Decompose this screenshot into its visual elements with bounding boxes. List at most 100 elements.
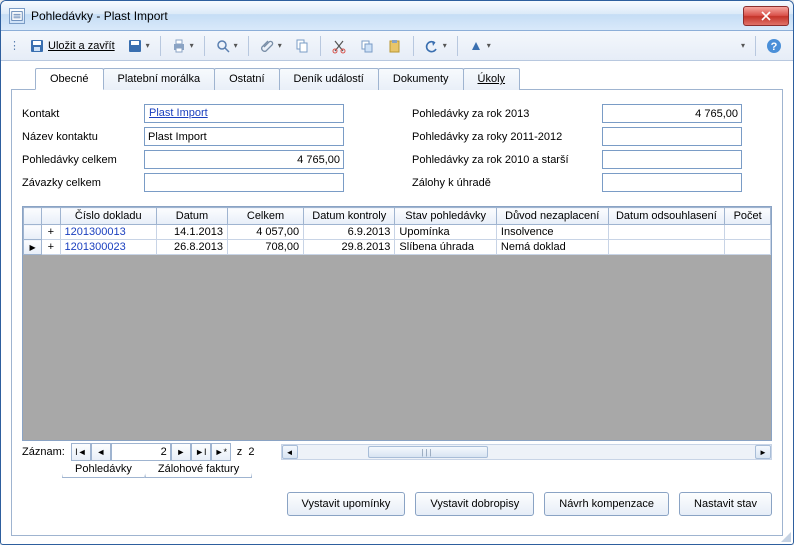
row-selector[interactable] [24, 225, 42, 240]
cell-pocet[interactable] [725, 225, 771, 240]
cell-cislo[interactable]: 1201300013 [60, 225, 156, 240]
cell-pocet[interactable] [725, 240, 771, 255]
tab-denik-udalosti[interactable]: Deník událostí [279, 68, 379, 90]
expand-icon[interactable]: + [42, 240, 60, 255]
record-navigator: Záznam: I◄ ◄ ► ►I ►* z 2 ◄ ||| ► [22, 443, 772, 461]
print-button[interactable]: ▾ [166, 35, 199, 57]
cell-datum-ods[interactable] [608, 240, 725, 255]
r2013-label: Pohledávky za rok 2013 [412, 108, 602, 120]
cell-celkem[interactable]: 708,00 [227, 240, 303, 255]
nazev-label: Název kontaktu [22, 131, 144, 143]
attach-button[interactable]: ▾ [254, 35, 287, 57]
zalohy-input[interactable] [602, 173, 742, 192]
zavazky-input[interactable] [144, 173, 344, 192]
cell-stav[interactable]: Upomínka [395, 225, 496, 240]
resize-grip[interactable] [779, 530, 791, 542]
tab-ostatni[interactable]: Ostatní [214, 68, 279, 90]
paste-button[interactable] [382, 35, 408, 57]
preview-button[interactable]: ▾ [210, 35, 243, 57]
btn-navrh-kompenzace[interactable]: Návrh kompenzace [544, 492, 669, 516]
help-button[interactable]: ? [761, 35, 787, 57]
table-row[interactable]: + 1201300023 26.8.2013 708,00 29.8.2013 … [24, 240, 771, 255]
subtab-pohledavky[interactable]: Pohledávky [62, 461, 145, 478]
window: Pohledávky - Plast Import ⋮ Uložit a zav… [0, 0, 794, 545]
kontakt-label: Kontakt [22, 108, 144, 120]
nazev-input[interactable] [144, 127, 344, 146]
pohl-celkem-input[interactable] [144, 150, 344, 169]
btn-nastavit-stav[interactable]: Nastavit stav [679, 492, 772, 516]
tab-obecne[interactable]: Obecné [35, 68, 104, 90]
r2011-2012-input[interactable] [602, 127, 742, 146]
titlebar: Pohledávky - Plast Import [1, 1, 793, 31]
nav-next-button[interactable]: ► [171, 443, 191, 461]
tab-ukoly[interactable]: Úkoly [463, 68, 521, 90]
sort-button[interactable]: ▾ [463, 35, 496, 57]
app-icon [9, 8, 25, 24]
save-close-button[interactable]: Uložit a zavřít [24, 35, 120, 57]
subtabs: Pohledávky Zálohové faktury [22, 461, 772, 478]
r2010-input[interactable] [602, 150, 742, 169]
col-stav[interactable]: Stav pohledávky [395, 208, 496, 225]
col-expand[interactable] [42, 208, 60, 225]
grid-empty [23, 255, 771, 440]
btn-vystavit-upominky[interactable]: Vystavit upomínky [287, 492, 406, 516]
nav-new-button[interactable]: ►* [211, 443, 231, 461]
nav-last-button[interactable]: ►I [191, 443, 211, 461]
cell-duvod[interactable]: Insolvence [496, 225, 608, 240]
cell-duvod[interactable]: Nemá doklad [496, 240, 608, 255]
nav-prev-button[interactable]: ◄ [91, 443, 111, 461]
hscroll-thumb[interactable]: ||| [368, 446, 488, 458]
expand-icon[interactable]: + [42, 225, 60, 240]
kontakt-link[interactable]: Plast Import [144, 104, 344, 123]
subtab-zalohove-faktury[interactable]: Zálohové faktury [145, 461, 252, 478]
nav-current-input[interactable] [111, 443, 171, 461]
grid: Číslo dokladu Datum Celkem Datum kontrol… [22, 206, 772, 441]
window-title: Pohledávky - Plast Import [31, 9, 743, 23]
nav-label: Záznam: [22, 446, 65, 458]
r2011-2012-label: Pohledávky za roky 2011-2012 [412, 131, 602, 143]
col-duvod[interactable]: Důvod nezaplacení [496, 208, 608, 225]
row-selector[interactable] [24, 240, 42, 255]
cell-celkem[interactable]: 4 057,00 [227, 225, 303, 240]
table-row[interactable]: + 1201300013 14.1.2013 4 057,00 6.9.2013… [24, 225, 771, 240]
r2010-label: Pohledávky za rok 2010 a starší [412, 154, 602, 166]
form-left: Kontakt Plast Import Název kontaktu Pohl… [22, 104, 382, 196]
tabpanel-obecne: Kontakt Plast Import Název kontaktu Pohl… [11, 89, 783, 536]
save-button[interactable]: ▾ [122, 35, 155, 57]
hscroll[interactable]: ◄ ||| ► [281, 444, 772, 460]
col-datum-kontroly[interactable]: Datum kontroly [304, 208, 395, 225]
tab-dokumenty[interactable]: Dokumenty [378, 68, 464, 90]
col-datum[interactable]: Datum [156, 208, 227, 225]
cell-datum-kontroly[interactable]: 29.8.2013 [304, 240, 395, 255]
cut-button[interactable] [326, 35, 352, 57]
close-button[interactable] [743, 6, 789, 26]
col-rowhdr[interactable] [24, 208, 42, 225]
cell-datum-ods[interactable] [608, 225, 725, 240]
form-right: Pohledávky za rok 2013 Pohledávky za rok… [412, 104, 772, 196]
btn-vystavit-dobropisy[interactable]: Vystavit dobropisy [415, 492, 534, 516]
undo-button[interactable]: ▾ [419, 35, 452, 57]
nav-of-label: z 2 [237, 446, 255, 458]
pohl-celkem-label: Pohledávky celkem [22, 154, 144, 166]
r2013-input[interactable] [602, 104, 742, 123]
toolbar-grip: ⋮ [9, 39, 20, 52]
hscroll-left[interactable]: ◄ [282, 445, 298, 459]
cell-datum-kontroly[interactable]: 6.9.2013 [304, 225, 395, 240]
cell-cislo[interactable]: 1201300023 [60, 240, 156, 255]
svg-text:?: ? [771, 41, 778, 53]
copy-doc-button[interactable] [289, 35, 315, 57]
more-button[interactable]: ▾ [736, 35, 750, 57]
tab-platebni-moralka[interactable]: Platební morálka [103, 68, 216, 90]
nav-first-button[interactable]: I◄ [71, 443, 91, 461]
hscroll-right[interactable]: ► [755, 445, 771, 459]
cell-datum[interactable]: 26.8.2013 [156, 240, 227, 255]
cell-stav[interactable]: Slíbena úhrada [395, 240, 496, 255]
zalohy-label: Zálohy k úhradě [412, 177, 602, 189]
col-pocet[interactable]: Počet [725, 208, 771, 225]
col-cislo[interactable]: Číslo dokladu [60, 208, 156, 225]
cell-datum[interactable]: 14.1.2013 [156, 225, 227, 240]
col-datum-ods[interactable]: Datum odsouhlasení [608, 208, 725, 225]
content: Obecné Platební morálka Ostatní Deník ud… [1, 61, 793, 544]
copy-button[interactable] [354, 35, 380, 57]
col-celkem[interactable]: Celkem [227, 208, 303, 225]
